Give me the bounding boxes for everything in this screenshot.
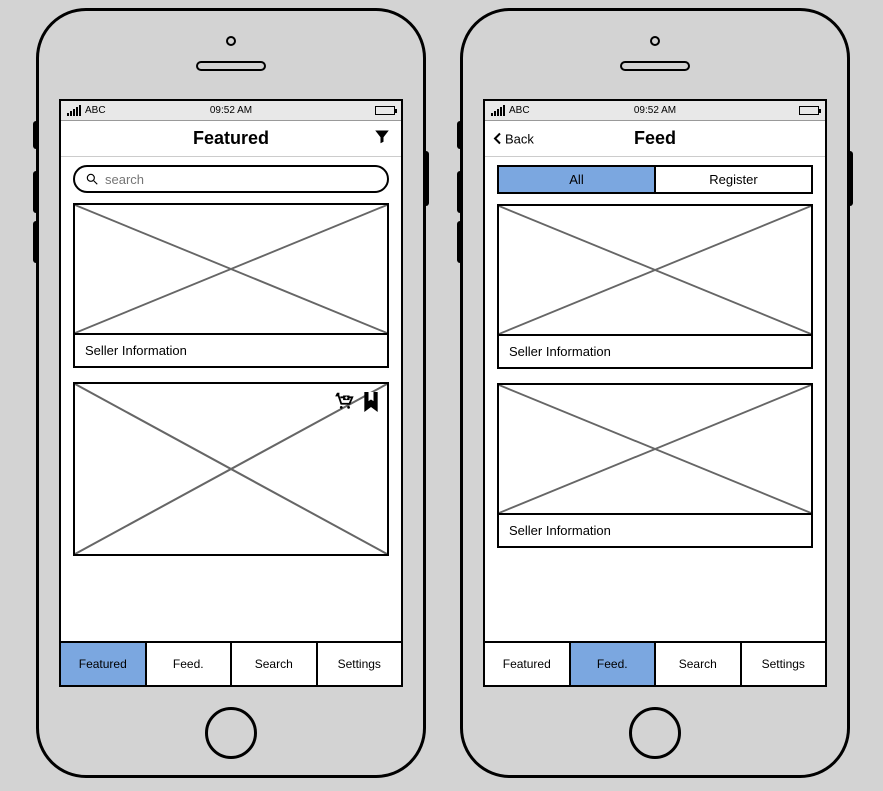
tab-settings[interactable]: Settings <box>742 643 826 685</box>
seller-info: Seller Information <box>75 335 387 366</box>
battery-icon <box>799 106 819 115</box>
segment-register[interactable]: Register <box>656 167 811 192</box>
phone-earpiece <box>620 61 690 71</box>
seller-info: Seller Information <box>499 336 811 367</box>
tab-feed[interactable]: Feed. <box>147 643 233 685</box>
search-input[interactable] <box>105 172 377 187</box>
tab-bar: Featured Feed. Search Settings <box>485 641 825 685</box>
phone-camera <box>226 36 236 46</box>
back-label: Back <box>505 131 534 146</box>
phone-side-button <box>457 171 463 213</box>
phone-side-button <box>847 151 853 206</box>
image-placeholder <box>499 206 811 336</box>
search-box[interactable] <box>73 165 389 193</box>
search-icon <box>85 172 99 186</box>
phone-camera <box>650 36 660 46</box>
product-card[interactable]: Seller Information <box>497 204 813 369</box>
product-card[interactable]: Seller Information <box>73 203 389 368</box>
phone-side-button <box>33 171 39 213</box>
screen-featured: ABC 09:52 AM Featured Seller Information <box>59 99 403 687</box>
phone-frame-feed: ABC 09:52 AM Back Feed All Register Sell… <box>460 8 850 778</box>
back-button[interactable]: Back <box>493 131 534 146</box>
home-button[interactable] <box>205 707 257 759</box>
clock-label: 09:52 AM <box>634 105 676 116</box>
phone-side-button <box>457 121 463 149</box>
page-title: Featured <box>193 128 269 149</box>
image-placeholder <box>75 205 387 335</box>
tab-featured[interactable]: Featured <box>485 643 571 685</box>
clock-label: 09:52 AM <box>210 105 252 116</box>
content-area: Seller Information <box>61 157 401 641</box>
carrier-label: ABC <box>85 105 106 116</box>
header: Back Feed <box>485 121 825 157</box>
phone-side-button <box>33 121 39 149</box>
segment-all[interactable]: All <box>499 167 656 192</box>
tab-search[interactable]: Search <box>232 643 318 685</box>
home-button[interactable] <box>629 707 681 759</box>
carrier-label: ABC <box>509 105 530 116</box>
tab-feed[interactable]: Feed. <box>571 643 657 685</box>
phone-side-button <box>423 151 429 206</box>
product-card[interactable]: Seller Information <box>497 383 813 548</box>
tab-settings[interactable]: Settings <box>318 643 402 685</box>
chevron-left-icon <box>493 133 503 145</box>
phone-side-button <box>33 221 39 263</box>
status-bar: ABC 09:52 AM <box>61 101 401 121</box>
battery-icon <box>375 106 395 115</box>
add-to-cart-icon[interactable] <box>333 390 355 419</box>
product-card[interactable] <box>73 382 389 556</box>
signal-icon <box>67 105 81 116</box>
tab-featured[interactable]: Featured <box>61 643 147 685</box>
image-placeholder <box>499 385 811 515</box>
tab-search[interactable]: Search <box>656 643 742 685</box>
phone-side-button <box>457 221 463 263</box>
signal-icon <box>491 105 505 116</box>
header: Featured <box>61 121 401 157</box>
bookmark-icon[interactable] <box>361 390 381 419</box>
segmented-control: All Register <box>497 165 813 194</box>
status-bar: ABC 09:52 AM <box>485 101 825 121</box>
filter-icon[interactable] <box>373 127 391 150</box>
page-title: Feed <box>634 128 676 149</box>
screen-feed: ABC 09:52 AM Back Feed All Register Sell… <box>483 99 827 687</box>
seller-info: Seller Information <box>499 515 811 546</box>
tab-bar: Featured Feed. Search Settings <box>61 641 401 685</box>
content-area: All Register Seller Information Seller I… <box>485 157 825 641</box>
phone-frame-featured: ABC 09:52 AM Featured Seller Information <box>36 8 426 778</box>
phone-earpiece <box>196 61 266 71</box>
